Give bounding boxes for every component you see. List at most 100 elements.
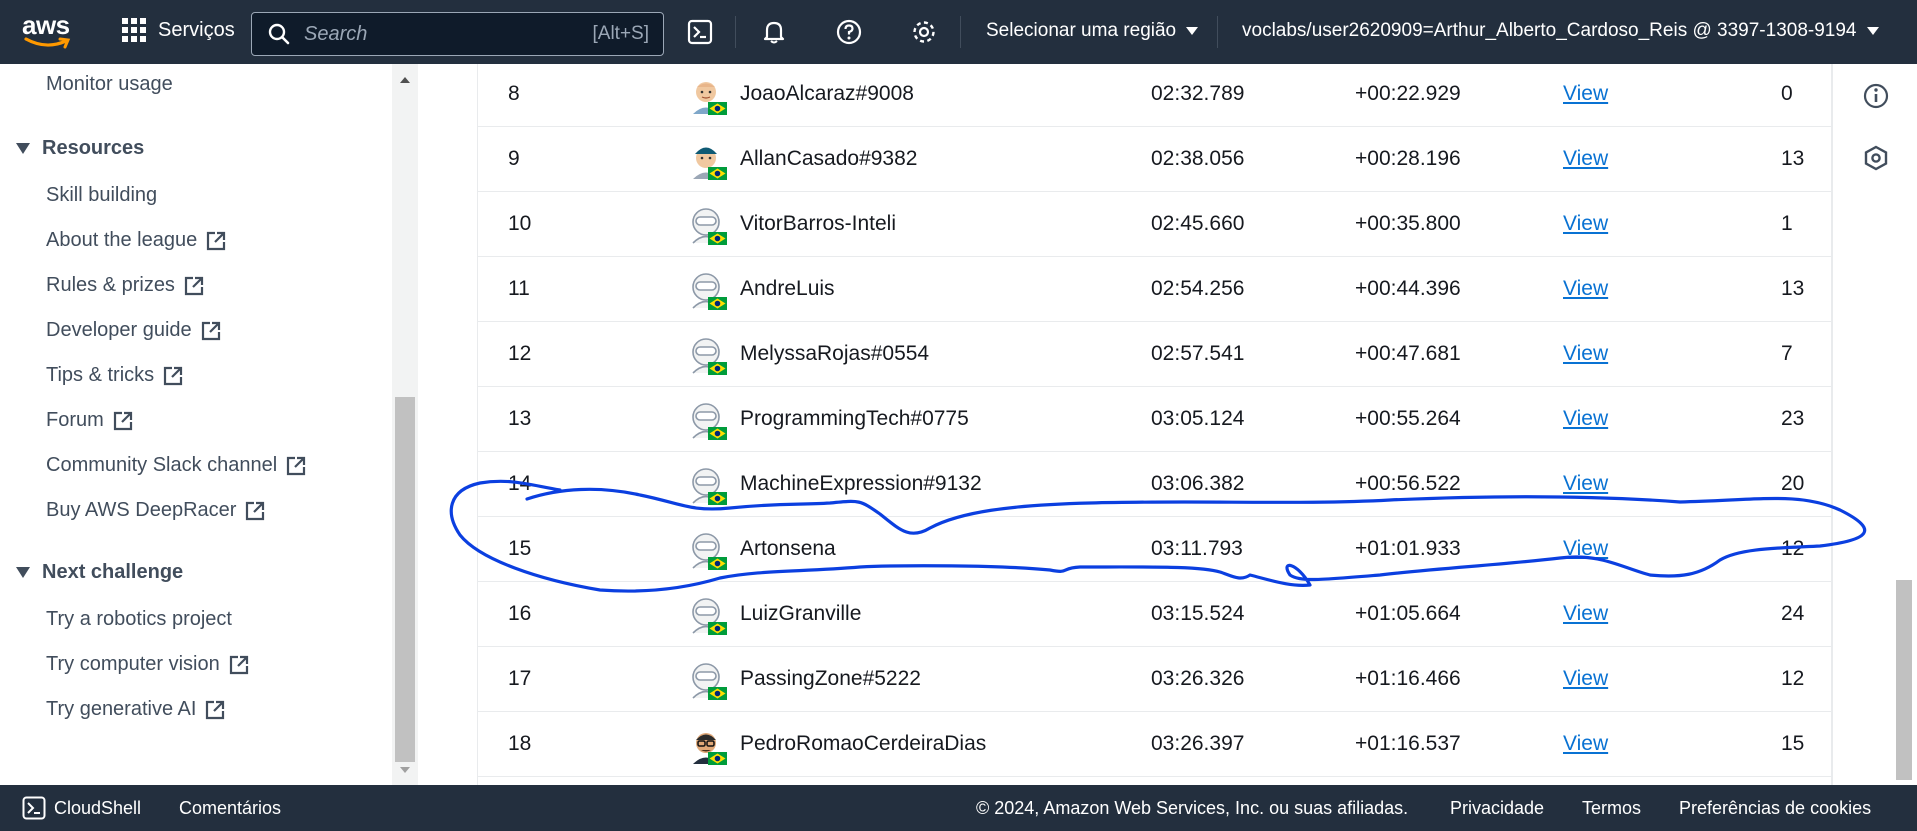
view-video-link[interactable]: View	[1563, 537, 1608, 561]
racer-name-cell: LuizGranville	[740, 602, 862, 625]
feedback-link[interactable]: Comentários	[179, 798, 281, 819]
sidebar-item-try-computer-vision[interactable]: Try computer vision	[46, 653, 250, 676]
info-icon[interactable]	[1862, 82, 1890, 110]
console-footer: CloudShell Comentários © 2024, Amazon We…	[0, 785, 1917, 831]
gap-to-first-cell: +01:01.933	[1355, 537, 1461, 560]
gap-to-first-cell: +01:16.466	[1355, 667, 1461, 690]
table-row: 8 JoaoAlcaraz#9008 02:32.789 +00:22.929 View…	[478, 64, 1831, 127]
sidebar-item-label: Try generative AI	[46, 698, 197, 720]
sidebar-item-label: Skill building	[46, 184, 158, 206]
racer-avatar	[688, 76, 728, 116]
account-label: voclabs/user2620909=Arthur_Alberto_Cardo…	[1242, 20, 1857, 41]
cookie-preferences-link[interactable]: Preferências de cookies	[1679, 798, 1871, 819]
racer-name-cell: AllanCasado#9382	[740, 147, 918, 170]
racer-avatar	[688, 336, 728, 376]
settings-gear-icon[interactable]	[908, 16, 940, 48]
sidebar-item-skill-building[interactable]: Skill building	[46, 184, 157, 207]
help-icon[interactable]	[833, 16, 865, 48]
search-input[interactable]	[304, 22, 554, 46]
view-video-link[interactable]: View	[1563, 667, 1608, 691]
search-bar[interactable]: [Alt+S]	[251, 12, 664, 56]
cloudshell-icon[interactable]	[22, 796, 46, 820]
services-menu[interactable]: Serviços	[122, 18, 235, 42]
gap-to-first-cell: +00:35.800	[1355, 212, 1461, 235]
racer-avatar	[688, 466, 728, 506]
nav-divider	[735, 16, 736, 48]
sidebar-item-developer-guide[interactable]: Developer guide	[46, 319, 222, 342]
gap-to-first-cell: +00:22.929	[1355, 82, 1461, 105]
sidebar-section-next-challenge[interactable]: Next challenge	[16, 561, 183, 584]
sidebar-item-label: Buy AWS DeepRacer	[46, 499, 237, 521]
racer-avatar	[688, 206, 728, 246]
sidebar-item-monitor-usage[interactable]: Monitor usage	[46, 73, 173, 96]
external-link-icon	[201, 321, 220, 340]
lap-time-cell: 02:32.789	[1151, 82, 1245, 105]
sidebar-item-rules-prizes[interactable]: Rules & prizes	[46, 274, 205, 297]
sidebar-item-label: Try computer vision	[46, 653, 220, 675]
rank-cell: 16	[508, 602, 532, 625]
terms-link[interactable]: Termos	[1582, 798, 1641, 819]
sidebar-item-try-a-robotics-project[interactable]: Try a robotics project	[46, 608, 232, 631]
aws-smile-icon	[24, 37, 71, 49]
table-row: 17 PassingZone#5222 03:26.326 +01:16.466 Vie…	[478, 647, 1831, 712]
sidebar-scroll-thumb[interactable]	[395, 397, 415, 762]
scroll-down-arrow-icon[interactable]	[392, 760, 418, 780]
racer-avatar	[688, 661, 728, 701]
cloudshell-icon[interactable]	[684, 16, 716, 48]
nav-divider	[960, 16, 961, 48]
submission-count-cell: 13	[1781, 147, 1805, 170]
view-video-link[interactable]: View	[1563, 602, 1608, 626]
submission-count-cell: 24	[1781, 602, 1805, 625]
sidebar-item-tips-tricks[interactable]: Tips & tricks	[46, 364, 184, 387]
view-video-link[interactable]: View	[1563, 407, 1608, 431]
view-video-link[interactable]: View	[1563, 147, 1608, 171]
caret-down-icon	[16, 143, 30, 154]
table-row	[478, 777, 1831, 785]
lap-time-cell: 03:05.124	[1151, 407, 1245, 430]
scroll-up-arrow-icon[interactable]	[392, 70, 418, 90]
view-video-link[interactable]: View	[1563, 82, 1608, 106]
submission-count-cell: 7	[1781, 342, 1793, 365]
rank-cell: 14	[508, 472, 532, 495]
view-video-link[interactable]: View	[1563, 342, 1608, 366]
external-link-icon	[184, 276, 204, 295]
view-video-link[interactable]: View	[1563, 277, 1608, 301]
brazil-flag-icon	[708, 297, 727, 310]
table-row: 18 PedroRomaoCerdeiraDias 03:26.397 +01:16.…	[478, 712, 1831, 777]
deepracer-hexagon-icon[interactable]	[1862, 144, 1890, 172]
racer-name-cell: PedroRomaoCerdeiraDias	[740, 732, 987, 755]
racer-name-cell: PassingZone#5222	[740, 667, 921, 690]
sidebar-item-forum[interactable]: Forum	[46, 409, 134, 432]
external-link-icon	[287, 456, 306, 475]
top-navigation: aws Serviços [Alt+S] Selecionar uma regi…	[0, 0, 1917, 64]
view-video-link[interactable]: View	[1563, 212, 1608, 236]
submission-count-cell: 23	[1781, 407, 1805, 430]
notifications-bell-icon[interactable]	[758, 16, 790, 48]
sidebar-item-label: Developer guide	[46, 319, 192, 341]
sidebar-item-buy-aws-deepracer[interactable]: Buy AWS DeepRacer	[46, 499, 266, 522]
external-link-icon	[246, 501, 265, 520]
racer-name-cell: ProgrammingTech#0775	[740, 407, 969, 430]
sidebar-item-community-slack-channel[interactable]: Community Slack channel	[46, 454, 307, 477]
sidebar-section-resources[interactable]: Resources	[16, 137, 144, 160]
racer-name-cell: VitorBarros-Inteli	[740, 212, 897, 235]
gap-to-first-cell: +00:47.681	[1355, 342, 1461, 365]
racer-name-cell: MelyssaRojas#0554	[740, 342, 930, 365]
brazil-flag-icon	[708, 492, 727, 505]
page-scroll-thumb[interactable]	[1896, 580, 1912, 780]
cloudshell-link[interactable]: CloudShell	[54, 798, 141, 819]
view-video-link[interactable]: View	[1563, 472, 1608, 496]
brazil-flag-icon	[708, 427, 727, 440]
view-video-link[interactable]: View	[1563, 732, 1608, 756]
brazil-flag-icon	[708, 167, 727, 180]
nav-divider	[1217, 16, 1218, 48]
aws-logo[interactable]: aws	[22, 12, 74, 52]
account-menu[interactable]: voclabs/user2620909=Arthur_Alberto_Cardo…	[1242, 20, 1879, 42]
submission-count-cell: 12	[1781, 537, 1805, 560]
privacy-link[interactable]: Privacidade	[1450, 798, 1544, 819]
sidebar-item-try-generative-ai[interactable]: Try generative AI	[46, 698, 226, 721]
sidebar-item-label: Rules & prizes	[46, 274, 175, 296]
region-selector[interactable]: Selecionar uma região	[986, 20, 1199, 42]
sidebar-item-about-the-league[interactable]: About the league	[46, 229, 227, 252]
lap-time-cell: 02:38.056	[1151, 147, 1245, 170]
